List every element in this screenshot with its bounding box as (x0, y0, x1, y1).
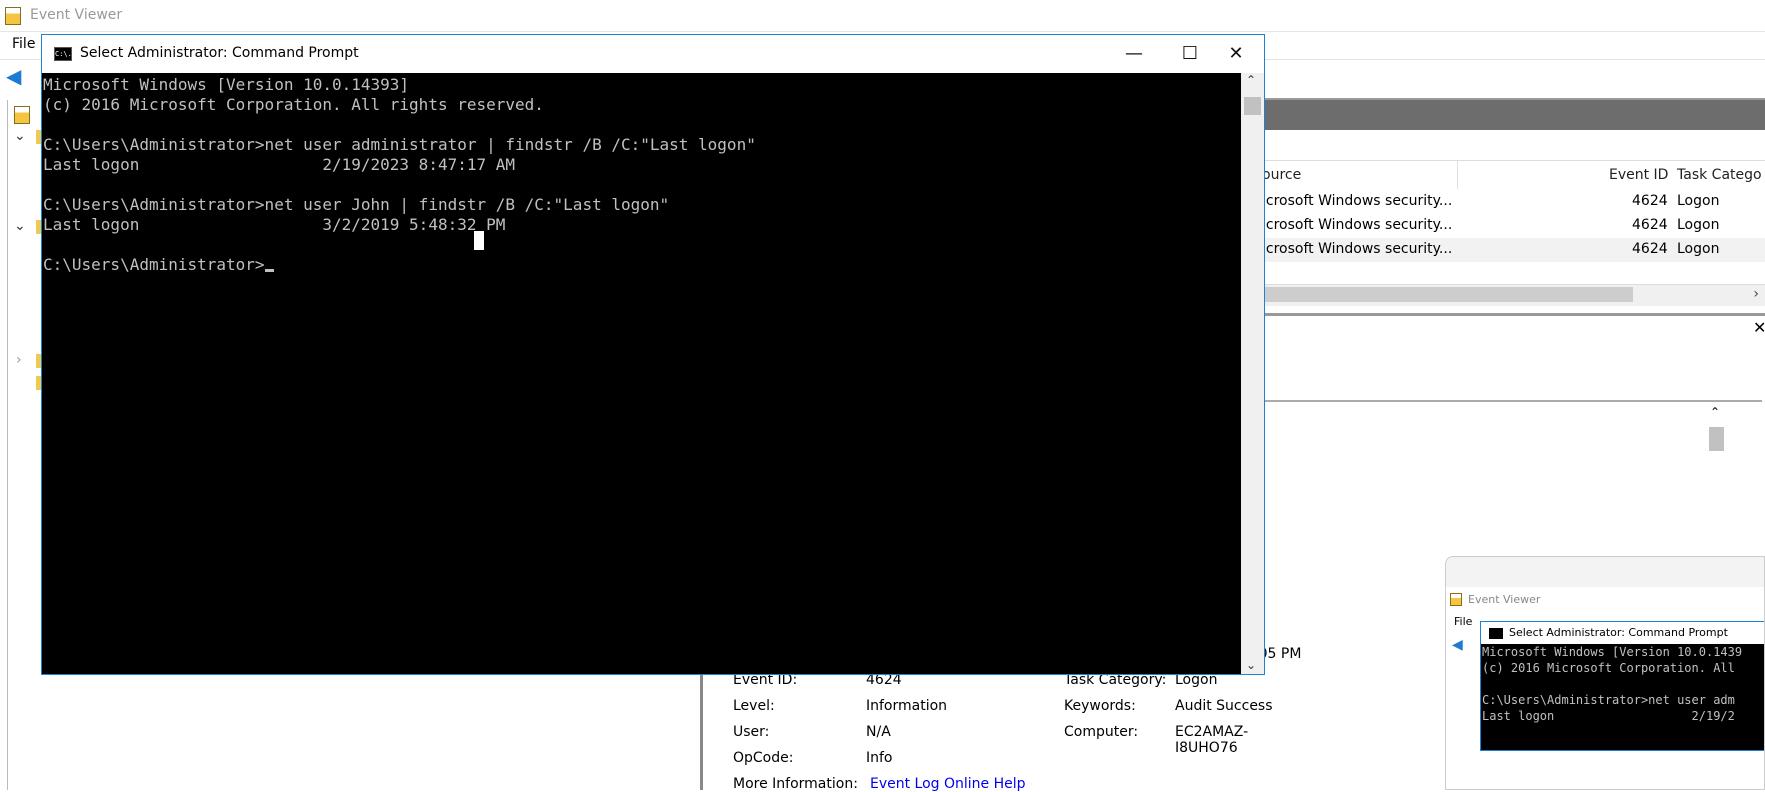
table-row[interactable]: icrosoft Windows security... 4624 Logon (1262, 190, 1765, 214)
vertical-scrollbar[interactable]: ⌃ (1705, 405, 1727, 565)
computer-value: EC2AMAZ-I8UHO76 (1175, 724, 1249, 756)
close-icon[interactable]: ✕ (1753, 318, 1765, 337)
thumbnail-cmd-window: Select Administrator: Command Prompt Mic… (1480, 621, 1764, 751)
table-row[interactable]: icrosoft Windows security... 4624 Logon (1262, 214, 1765, 238)
back-arrow-icon: ◀ (1452, 637, 1463, 653)
level-value: Information (866, 698, 948, 714)
menu-file[interactable]: File (12, 36, 35, 52)
close-button[interactable]: ✕ (1208, 35, 1264, 73)
cmd-window-title: Select Administrator: Command Prompt (80, 45, 359, 61)
chevron-up-icon[interactable]: ⌃ (1710, 405, 1720, 419)
event-details-panel: Event ID: 4624 Task Category: Logon Leve… (700, 670, 1300, 792)
console-line: C:\Users\Administrator>net user John | f… (43, 195, 670, 214)
command-prompt-window: C:\. Select Administrator: Command Promp… (41, 34, 1265, 675)
event-viewer-app-icon (5, 7, 21, 25)
event-viewer-app-icon (1450, 593, 1462, 606)
console-prompt-line[interactable]: C:\Users\Administrator> (43, 255, 1241, 275)
console-line: Last logon 3/2/2019 5:48:32 PM (43, 215, 506, 234)
console-tree: ⌄ ⌄ › (8, 100, 42, 400)
console-output[interactable]: Microsoft Windows [Version 10.0.14393] (c… (42, 73, 1241, 674)
minimize-button[interactable]: — (1106, 35, 1162, 73)
scrollbar-thumb[interactable] (1244, 97, 1261, 115)
console-line: Last logon 2/19/2 (1482, 709, 1735, 723)
cmd-vertical-scrollbar[interactable]: ⌃ ⌄ (1241, 73, 1264, 674)
column-task-category[interactable]: Task Catego (1677, 167, 1762, 183)
thumbnail-ev-title: Event Viewer (1468, 593, 1541, 606)
scrollbar-thumb[interactable] (1265, 287, 1633, 302)
event-viewer-title: Event Viewer (30, 7, 123, 23)
level-label: Level: (733, 698, 775, 714)
left-pane-border (0, 100, 8, 790)
user-label: User: (733, 724, 770, 740)
keywords-label: Keywords: (1064, 698, 1136, 714)
opcode-value: Info (866, 750, 893, 766)
console-line: Microsoft Windows [Version 10.0.14393] (43, 75, 410, 94)
column-event-id[interactable]: Event ID (1609, 167, 1668, 183)
column-source[interactable]: ource (1262, 167, 1301, 183)
cmd-app-icon: C:\. (54, 47, 72, 61)
cmd-app-icon (1489, 628, 1503, 639)
cmd-titlebar[interactable]: C:\. Select Administrator: Command Promp… (42, 35, 1264, 73)
computer-label: Computer: (1064, 724, 1139, 740)
thumbnail-cmd-title: Select Administrator: Command Prompt (1481, 622, 1764, 644)
keywords-value: Audit Success (1175, 698, 1273, 714)
console-prompt: C:\Users\Administrator> (43, 255, 265, 274)
scrollbar-thumb[interactable] (1709, 427, 1724, 451)
console-line: Microsoft Windows [Version 10.0.1439 (1482, 645, 1743, 659)
event-viewer-local-icon[interactable] (14, 106, 30, 124)
text-caret (264, 269, 274, 272)
chevron-right-icon[interactable]: › (1753, 286, 1759, 302)
event-viewer-titlebar: Event Viewer (0, 0, 1765, 32)
console-line: (c) 2016 Microsoft Corporation. All righ… (43, 95, 544, 114)
column-divider (1457, 161, 1458, 189)
pane-splitter[interactable] (1262, 313, 1765, 316)
log-header-bar (1265, 98, 1765, 130)
chevron-down-icon[interactable]: ⌄ (1246, 658, 1256, 672)
mouse-cursor (474, 231, 484, 250)
chevron-down-icon[interactable]: ⌄ (14, 218, 26, 234)
back-arrow-icon[interactable]: ◀ (6, 64, 21, 88)
console-line: Last logon 2/19/2023 8:47:17 AM (43, 155, 516, 174)
console-line: C:\Users\Administrator>net user administ… (43, 135, 756, 154)
console-line: C:\Users\Administrator>net user adm (1482, 693, 1735, 707)
chevron-right-icon[interactable]: › (16, 352, 22, 368)
chevron-down-icon[interactable]: ⌄ (14, 128, 26, 144)
table-row[interactable]: icrosoft Windows security... 4624 Logon (1262, 238, 1765, 262)
screenshot-thumbnail[interactable]: Event Viewer File ◀ Select Administrator… (1445, 556, 1765, 790)
user-value: N/A (866, 724, 891, 740)
details-separator (1262, 400, 1762, 402)
thumbnail-console: Microsoft Windows [Version 10.0.1439 (c) … (1482, 644, 1764, 750)
opcode-label: OpCode: (733, 750, 794, 766)
console-line: (c) 2016 Microsoft Corporation. All (1482, 661, 1735, 675)
chevron-up-icon[interactable]: ⌃ (1246, 73, 1256, 87)
thumbnail-menu-file: File (1454, 615, 1473, 628)
